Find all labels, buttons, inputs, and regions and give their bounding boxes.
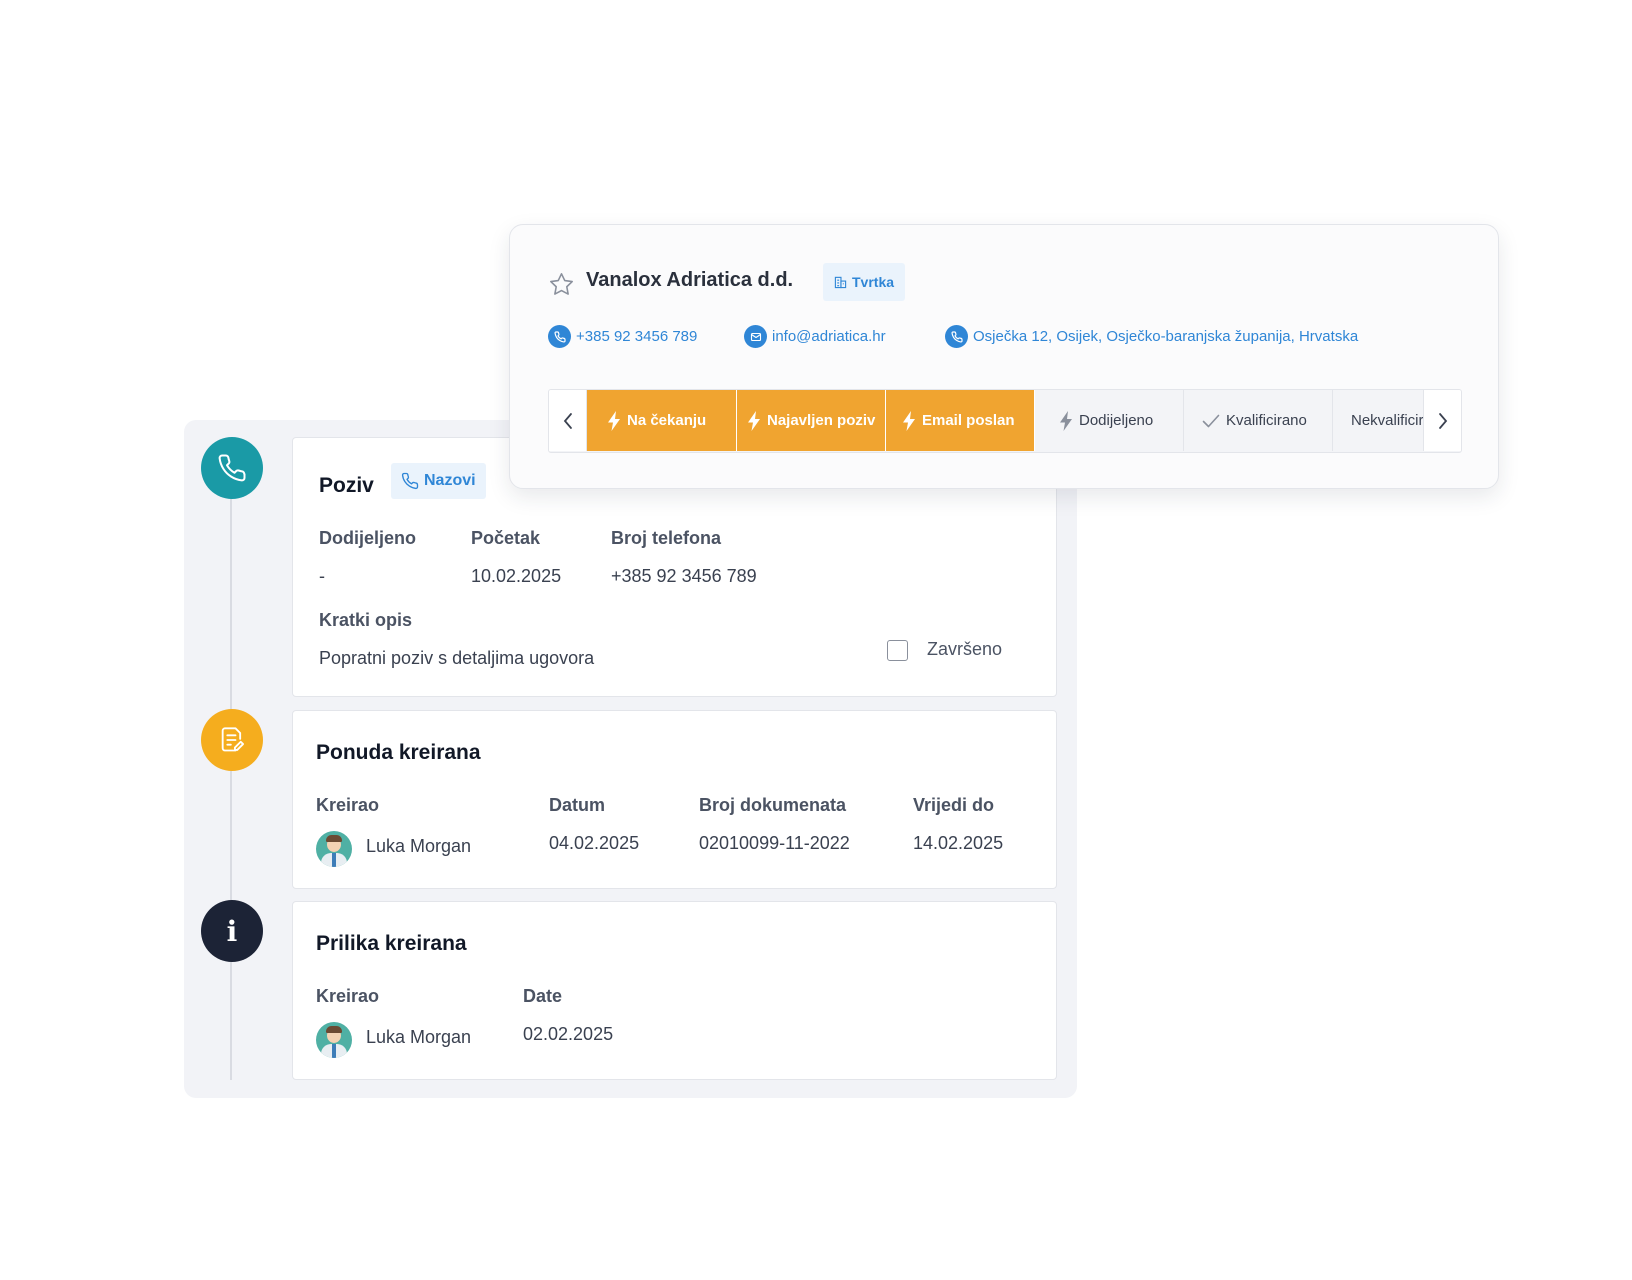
avatar <box>316 831 352 867</box>
phone-icon <box>401 472 419 490</box>
stage-label: Najavljen poziv <box>767 412 876 429</box>
company-header-card: Vanalox Adriatica d.d. Tvrtka +385 92 34… <box>509 224 1499 489</box>
date-value: 02.02.2025 <box>523 1024 614 1044</box>
created-by-value: Luka Morgan <box>366 1027 472 1047</box>
assigned-value: - <box>319 566 325 586</box>
opportunity-card: Prilika kreirana Kreirao Luka Morgan Dat… <box>292 901 1057 1080</box>
check-icon <box>1202 414 1220 427</box>
card-title: Poziv <box>319 474 374 497</box>
offer-card: Ponuda kreirana Kreirao Luka Morgan Datu… <box>292 710 1057 889</box>
start-label: Početak <box>471 528 541 548</box>
call-button[interactable]: Nazovi <box>391 463 486 499</box>
building-icon <box>834 276 847 289</box>
date-label: Datum <box>549 795 606 815</box>
stage-label: Dodijeljeno <box>1079 412 1154 429</box>
done-checkbox[interactable] <box>887 640 908 661</box>
contact-email-text: info@adriatica.hr <box>772 328 886 345</box>
company-type-label: Tvrtka <box>852 274 895 290</box>
card-title: Prilika kreirana <box>316 932 467 955</box>
bolt-icon <box>1060 410 1072 431</box>
stepper-next-button[interactable] <box>1423 390 1461 451</box>
done-label: Završeno <box>927 639 1003 659</box>
stage-kvalificirano[interactable]: Kvalificirano <box>1183 390 1332 451</box>
timeline-line <box>230 498 232 1080</box>
phone-icon <box>548 325 571 348</box>
stage-najavljen-poziv[interactable]: Najavljen poziv <box>736 390 885 451</box>
stepper-prev-button[interactable] <box>549 390 587 451</box>
created-by-value: Luka Morgan <box>366 836 472 856</box>
created-by-label: Kreirao <box>316 795 380 815</box>
contact-phone[interactable]: +385 92 3456 789 <box>548 325 697 348</box>
assigned-label: Dodijeljeno <box>319 528 417 548</box>
stage-label: Email poslan <box>922 412 1015 429</box>
bolt-icon <box>748 410 760 431</box>
stage-dodijeljeno[interactable]: Dodijeljeno <box>1034 390 1183 451</box>
bolt-icon <box>608 410 620 431</box>
company-name: Vanalox Adriatica d.d. <box>586 269 794 291</box>
bolt-icon <box>903 410 915 431</box>
stage-label: Na čekanju <box>627 412 707 429</box>
document-number-value: 02010099-11-2022 <box>699 833 850 853</box>
company-type-tag: Tvrtka <box>823 263 906 301</box>
description-label: Kratki opis <box>319 610 413 630</box>
document-number-label: Broj dokumenata <box>699 795 847 815</box>
stage-nekvalificirano[interactable]: Nekvalificirano <box>1332 390 1425 451</box>
valid-until-label: Vrijedi do <box>913 795 995 815</box>
stage-label: Kvalificirano <box>1226 412 1307 429</box>
chevron-right-icon <box>1438 412 1447 429</box>
star-icon[interactable] <box>548 271 575 298</box>
info-icon: i <box>201 900 263 962</box>
stage-email-poslan[interactable]: Email poslan <box>885 390 1034 451</box>
valid-until-value: 14.02.2025 <box>913 833 1004 853</box>
stage-na-cekanju[interactable]: Na čekanju <box>587 390 736 451</box>
phone-icon <box>945 325 968 348</box>
card-title: Ponuda kreirana <box>316 741 481 764</box>
avatar <box>316 1022 352 1058</box>
phone-label: Broj telefona <box>611 528 722 548</box>
created-by-label: Kreirao <box>316 986 380 1006</box>
stage-label: Nekvalificirano <box>1351 412 1425 429</box>
date-value: 04.02.2025 <box>549 833 640 853</box>
contact-address-text: Osječka 12, Osijek, Osječko-baranjska žu… <box>973 328 1359 345</box>
contact-address[interactable]: Osječka 12, Osijek, Osječko-baranjska žu… <box>945 325 1358 348</box>
mail-icon <box>744 325 767 348</box>
call-button-label: Nazovi <box>424 472 476 489</box>
stage-stepper: Na čekanju Najavljen poziv Email poslan … <box>548 389 1462 453</box>
contact-phone-text: +385 92 3456 789 <box>576 328 698 345</box>
phone-value: +385 92 3456 789 <box>611 566 757 586</box>
document-edit-icon <box>201 709 263 771</box>
date-label: Date <box>523 986 563 1006</box>
phone-icon <box>201 437 263 499</box>
description-value: Popratni poziv s detaljima ugovora <box>319 648 595 668</box>
contact-email[interactable]: info@adriatica.hr <box>744 325 886 348</box>
chevron-left-icon <box>563 412 572 429</box>
start-value: 10.02.2025 <box>471 566 562 586</box>
